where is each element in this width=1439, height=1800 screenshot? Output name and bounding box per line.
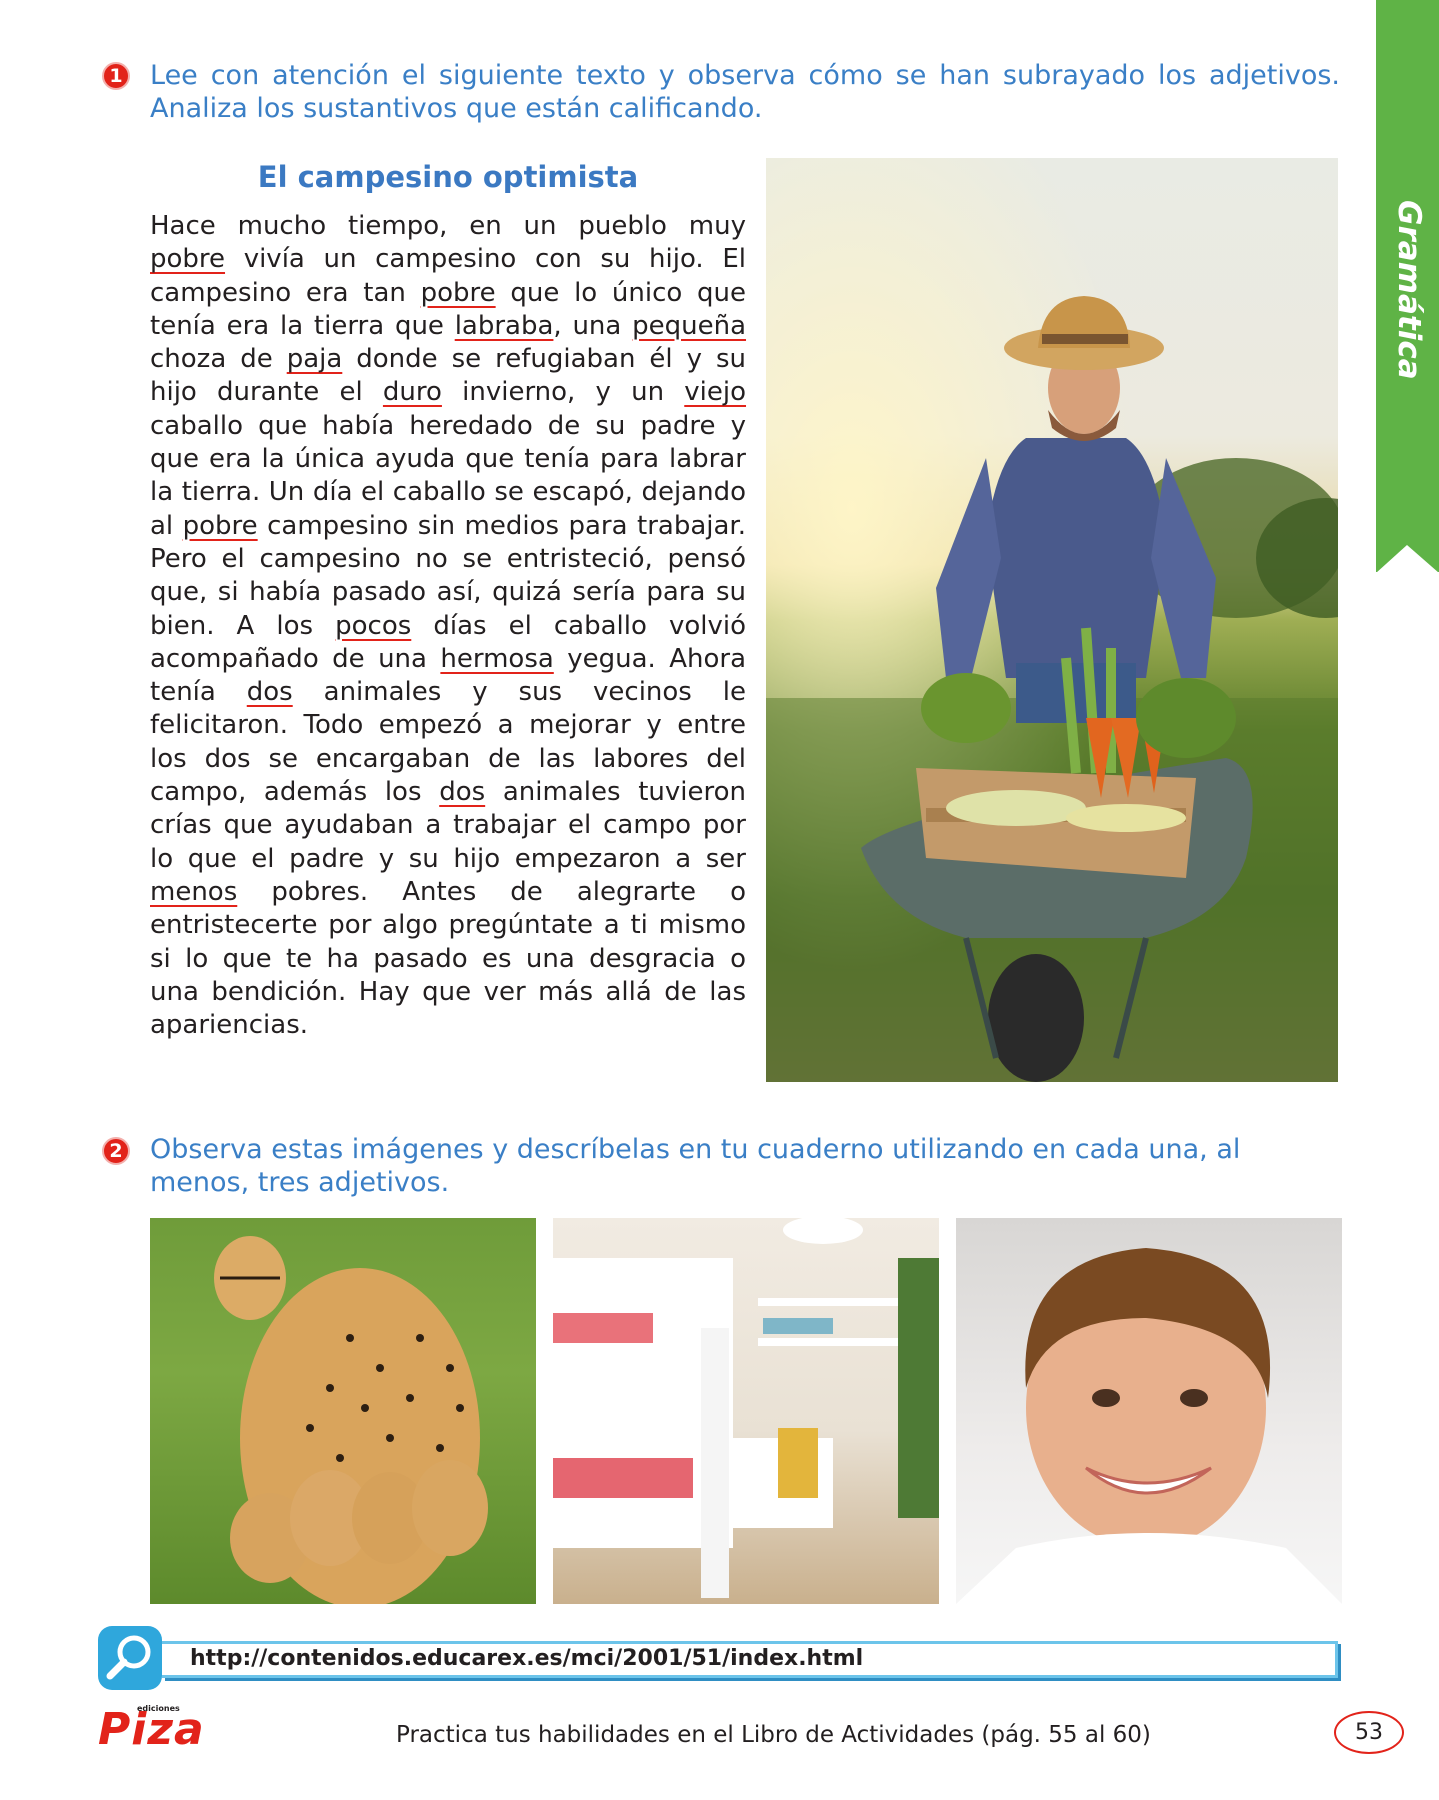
- underlined-adjective: pobre: [182, 510, 258, 541]
- underlined-adjective: hermosa: [440, 643, 554, 674]
- story-text: Hace mucho tiempo, en un pueblo muy pobr…: [150, 210, 746, 1042]
- underlined-adjective: pequeña: [632, 310, 747, 341]
- boy-illustration: [956, 1248, 1342, 1604]
- bedroom-illustration: [553, 1218, 939, 1598]
- story-text-segment: , una: [553, 310, 633, 341]
- underlined-adjective: pocos: [335, 610, 412, 641]
- magnifier-icon: [98, 1626, 162, 1690]
- underlined-adjective: viejo: [684, 377, 747, 408]
- underlined-adjective: pobre: [150, 244, 226, 275]
- underlined-adjective: dos: [439, 777, 486, 808]
- practice-note: Practica tus habilidades en el Libro de …: [396, 1722, 1151, 1748]
- boy-photo: [956, 1218, 1342, 1604]
- activity-number-badge: 2: [102, 1137, 130, 1165]
- page-number: 53: [1334, 1711, 1404, 1754]
- underlined-adjective: menos: [150, 876, 238, 907]
- underlined-adjective: duro: [382, 377, 442, 408]
- underlined-adjective: dos: [246, 677, 293, 708]
- story-text-segment: invierno, y un: [441, 377, 685, 408]
- activity-1-instruction: Lee con atención el siguiente texto y ob…: [150, 60, 1340, 124]
- underlined-adjective: pobre: [420, 277, 496, 308]
- underlined-adjective: paja: [286, 344, 343, 375]
- resource-link[interactable]: http://contenidos.educarex.es/mci/2001/5…: [190, 1646, 863, 1671]
- story-text-segment: pobres. Antes de alegrarte o entristecer…: [150, 876, 746, 1041]
- section-tab-label: Gramática: [1391, 200, 1427, 380]
- story-title: El campesino optimista: [257, 160, 639, 194]
- section-tab-notch: [1376, 545, 1439, 573]
- publisher-logo-small: ediciones: [137, 1704, 180, 1713]
- activity-number-badge: 1: [102, 62, 130, 90]
- farmer-illustration: [766, 158, 1338, 1082]
- story-text-segment: Hace mucho tiempo, en un pueblo muy: [150, 211, 746, 241]
- cheetah-illustration: [214, 1236, 488, 1604]
- underlined-adjective: labraba: [454, 310, 554, 341]
- bedroom-photo: [553, 1218, 939, 1604]
- farmer-wheelbarrow-photo: [766, 158, 1338, 1082]
- story-text-segment: choza de: [150, 344, 287, 375]
- cheetah-photo: [150, 1218, 536, 1604]
- activity-2-instruction: Observa estas imágenes y descríbelas en …: [150, 1134, 1241, 1198]
